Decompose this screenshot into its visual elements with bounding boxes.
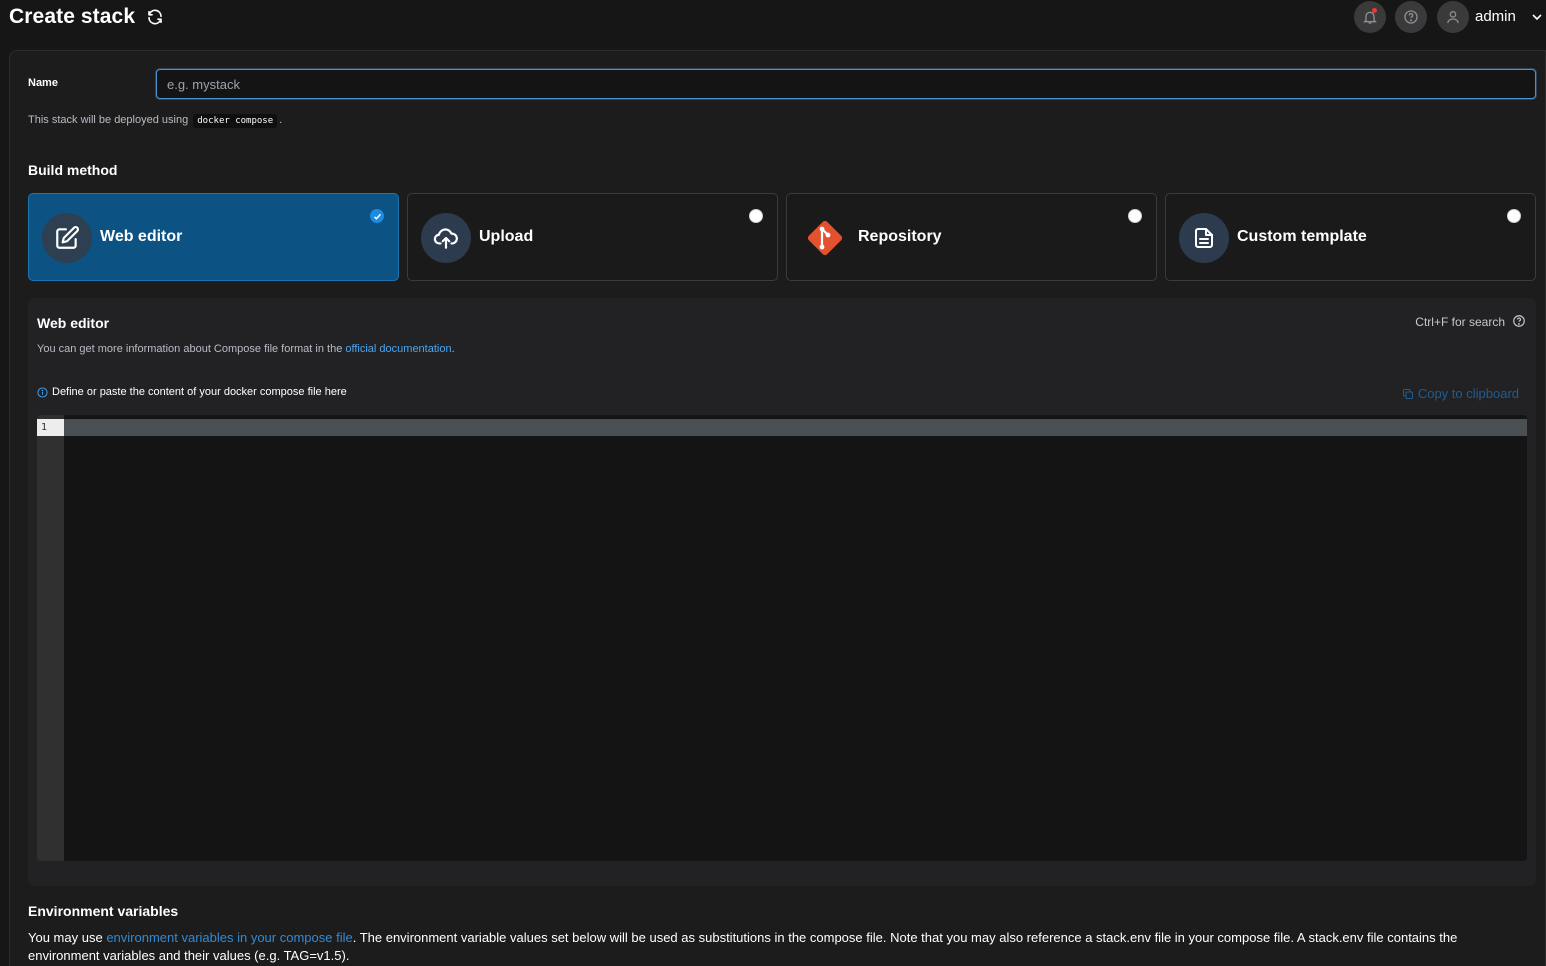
web-editor-desc-text: You can get more information about Compo… bbox=[37, 343, 343, 355]
environment-variables-title: Environment variables bbox=[28, 903, 179, 919]
deploy-note-suffix: . bbox=[279, 114, 283, 126]
check-icon bbox=[370, 209, 384, 223]
edit-icon bbox=[42, 213, 92, 263]
build-method-label: Repository bbox=[858, 228, 942, 245]
radio-unchecked[interactable] bbox=[1507, 209, 1521, 223]
official-documentation-link[interactable]: official documentation bbox=[345, 343, 451, 355]
file-text-icon bbox=[1179, 213, 1229, 263]
help-button[interactable] bbox=[1395, 1, 1427, 33]
web-editor-desc-suffix: . bbox=[451, 343, 455, 355]
radio-unchecked[interactable] bbox=[749, 209, 763, 223]
build-method-repository[interactable]: Repository bbox=[786, 193, 1157, 281]
radio-unchecked[interactable] bbox=[1128, 209, 1142, 223]
name-label: Name bbox=[28, 77, 58, 89]
help-circle-icon[interactable] bbox=[1512, 314, 1526, 328]
web-editor-section: Web editor You can get more information … bbox=[28, 298, 1536, 886]
build-method-label: Upload bbox=[479, 228, 534, 245]
web-editor-title: Web editor bbox=[37, 315, 110, 331]
search-hint: Ctrl+F for search bbox=[1415, 315, 1505, 329]
cloud-upload-icon bbox=[421, 213, 471, 263]
user-icon bbox=[1447, 11, 1459, 24]
line-gutter bbox=[37, 415, 64, 861]
user-name[interactable]: admin bbox=[1475, 8, 1516, 25]
define-hint: Define or paste the content of your dock… bbox=[37, 386, 347, 398]
web-editor-description: You can get more information about Compo… bbox=[37, 343, 455, 355]
build-method-custom-template[interactable]: Custom template bbox=[1165, 193, 1536, 281]
copy-to-clipboard-button[interactable]: Copy to clipboard bbox=[1402, 386, 1519, 401]
build-method-label: Custom template bbox=[1237, 228, 1367, 245]
define-hint-text: Define or paste the content of your dock… bbox=[52, 386, 347, 398]
environment-variables-description: You may use environment variables in you… bbox=[28, 929, 1528, 965]
copy-icon bbox=[1402, 388, 1413, 399]
build-method-title: Build method bbox=[28, 162, 118, 178]
git-icon bbox=[800, 213, 850, 263]
deploy-tool-chip: docker compose bbox=[193, 114, 278, 128]
environment-variables-link[interactable]: environment variables in your compose fi… bbox=[106, 930, 352, 945]
notification-dot bbox=[1372, 8, 1377, 13]
top-bar: Create stack admin bbox=[0, 0, 1546, 36]
user-avatar[interactable] bbox=[1437, 1, 1469, 33]
env-desc-text: You may use bbox=[28, 930, 103, 945]
deploy-note-text: This stack will be deployed using bbox=[28, 114, 189, 126]
chevron-down-icon[interactable] bbox=[1531, 11, 1543, 23]
help-circle-icon bbox=[1404, 10, 1418, 24]
copy-label: Copy to clipboard bbox=[1417, 386, 1519, 401]
build-method-web-editor[interactable]: Web editor bbox=[28, 193, 399, 281]
build-method-upload[interactable]: Upload bbox=[407, 193, 778, 281]
name-input[interactable] bbox=[156, 69, 1536, 99]
page-title: Create stack bbox=[9, 5, 136, 28]
notifications-button[interactable] bbox=[1354, 1, 1386, 33]
build-method-label: Web editor bbox=[100, 228, 183, 245]
line-number: 1 bbox=[37, 419, 64, 436]
deploy-note: This stack will be deployed using docker… bbox=[28, 114, 283, 128]
refresh-icon[interactable] bbox=[146, 8, 164, 26]
info-icon bbox=[37, 386, 48, 398]
code-editor[interactable]: 1 bbox=[37, 415, 1527, 861]
active-line-highlight bbox=[64, 419, 1527, 436]
